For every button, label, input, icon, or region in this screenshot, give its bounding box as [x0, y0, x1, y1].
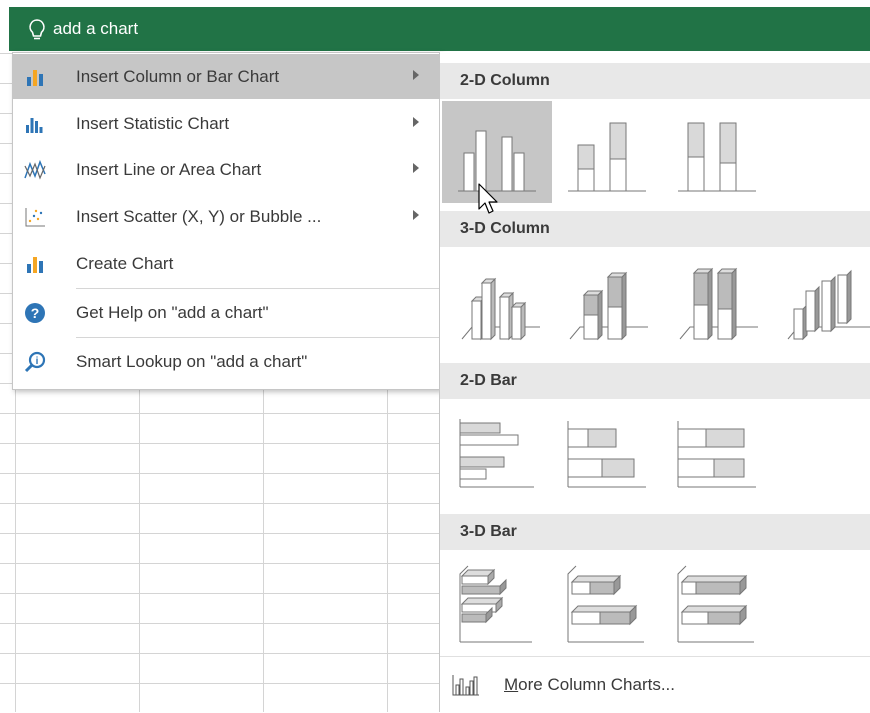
lightbulb-icon [29, 19, 45, 40]
3d-stacked-column-icon[interactable] [552, 249, 662, 351]
create-chart-icon [27, 257, 43, 273]
title-area: add a chart [0, 0, 870, 52]
more-column-charts-label: More Column Charts... [504, 657, 675, 713]
100-stacked-column-icon[interactable] [662, 101, 772, 203]
100-stacked-bar-icon[interactable] [662, 401, 772, 503]
column-chart-icon [27, 70, 43, 86]
menu-separator [76, 288, 440, 289]
menu-item-label: Create Chart [76, 254, 174, 273]
section-title: 2-D Column [460, 72, 550, 89]
section-title: 3-D Bar [460, 523, 517, 540]
search-results-menu: Insert Column or Bar Chart Insert Statis… [12, 52, 441, 390]
svg-text:i: i [36, 356, 39, 367]
menu-item-label: Get Help on "add a chart" [76, 303, 269, 322]
section-header-2d-column: 2-D Column [440, 63, 870, 99]
3d-clustered-bar-icon[interactable] [442, 552, 552, 654]
help-icon: ? [25, 303, 45, 323]
3d-100-stacked-bar-icon[interactable] [662, 552, 772, 654]
menu-item-label: Insert Column or Bar Chart [76, 67, 280, 86]
menu-item-insert-column-bar-chart[interactable]: Insert Column or Bar Chart [13, 54, 440, 99]
smart-lookup-icon: i [24, 351, 46, 373]
menu-item-label: Smart Lookup on "add a chart" [76, 352, 308, 371]
menu-item-create-chart[interactable]: Create Chart [13, 241, 440, 286]
tell-me-search-box[interactable]: add a chart [9, 7, 870, 51]
stacked-bar-icon[interactable] [552, 401, 662, 503]
3d-clustered-column-icon[interactable] [442, 249, 552, 351]
menu-item-insert-line-area-chart[interactable]: Insert Line or Area Chart [13, 147, 440, 192]
section-header-2d-bar: 2-D Bar [440, 363, 870, 399]
section-header-3d-column: 3-D Column [440, 211, 870, 247]
search-query-text[interactable]: add a chart [53, 19, 138, 39]
submenu-arrow-icon [413, 210, 419, 220]
section-title: 2-D Bar [460, 372, 517, 389]
menu-item-insert-scatter-bubble[interactable]: Insert Scatter (X, Y) or Bubble ... [13, 194, 440, 239]
menu-item-smart-lookup[interactable]: i Smart Lookup on "add a chart" [13, 339, 440, 384]
more-charts-icon [452, 675, 479, 696]
submenu-arrow-icon [413, 163, 419, 173]
line-chart-icon [24, 159, 46, 180]
menu-item-insert-statistic-chart[interactable]: Insert Statistic Chart [13, 101, 440, 146]
section-title: 3-D Column [460, 220, 550, 237]
access-key-letter: M [504, 675, 519, 694]
more-column-charts-link[interactable]: More Column Charts... [440, 656, 870, 713]
more-label-rest: ore Column Charts... [518, 675, 676, 694]
submenu-arrow-icon [413, 117, 419, 127]
submenu-arrow-icon [413, 70, 419, 80]
mouse-pointer-icon [478, 183, 498, 214]
statistic-chart-icon [26, 118, 43, 133]
3d-column-icon[interactable] [772, 249, 870, 351]
svg-text:?: ? [31, 305, 40, 321]
clustered-bar-icon[interactable] [442, 401, 552, 503]
menu-item-label: Insert Statistic Chart [76, 114, 230, 133]
scatter-chart-icon [25, 208, 45, 227]
section-header-3d-bar: 3-D Bar [440, 514, 870, 550]
stacked-column-icon[interactable] [552, 101, 662, 203]
chart-gallery-panel: 2-D Column 3-D Column 2-D Bar 3-D Bar Mo… [439, 52, 870, 712]
menu-separator [76, 337, 440, 338]
menu-item-get-help[interactable]: ? Get Help on "add a chart" [13, 290, 440, 335]
menu-item-label: Insert Line or Area Chart [76, 160, 262, 179]
3d-stacked-bar-icon[interactable] [552, 552, 662, 654]
menu-item-label: Insert Scatter (X, Y) or Bubble ... [76, 207, 322, 226]
3d-100-stacked-column-icon[interactable] [662, 249, 772, 351]
